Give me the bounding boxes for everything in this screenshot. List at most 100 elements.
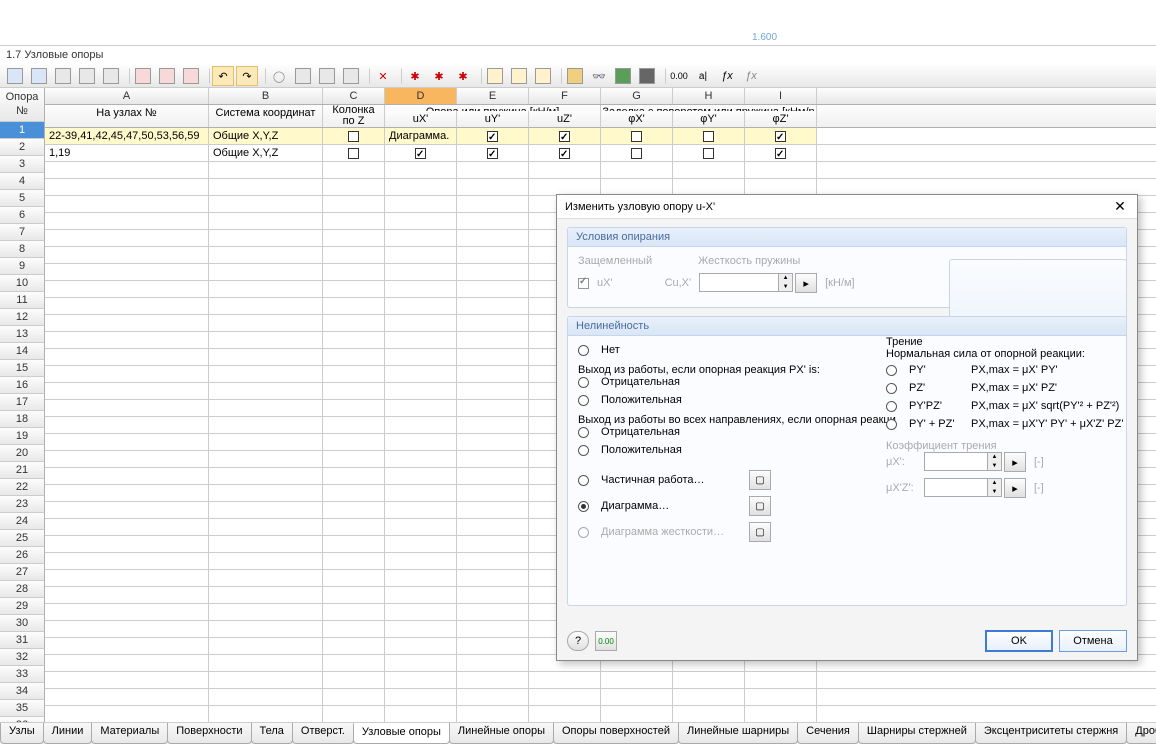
row-header[interactable]: 1 (0, 122, 45, 139)
tb-filter1-icon[interactable]: ✱ (404, 66, 426, 86)
row-header[interactable]: 6 (0, 207, 45, 224)
checkbox[interactable] (415, 148, 426, 159)
tb-sort-down-icon[interactable] (52, 66, 74, 86)
tb-table3-icon[interactable] (180, 66, 202, 86)
radio-partial[interactable] (578, 475, 589, 486)
spinner-mux[interactable]: ▲▼ (988, 452, 1002, 471)
tb-globe-icon[interactable]: ◯ (268, 66, 290, 86)
tb-excel-icon[interactable] (612, 66, 634, 86)
checkbox[interactable] (348, 148, 359, 159)
radio-neg1[interactable] (578, 377, 589, 388)
table-row[interactable] (45, 162, 1156, 179)
col-B[interactable]: B (209, 88, 323, 104)
radio-none[interactable] (578, 345, 589, 356)
col-G[interactable]: G (601, 88, 673, 104)
checkbox[interactable] (703, 148, 714, 159)
row-header[interactable]: 5 (0, 190, 45, 207)
btn-mux-more[interactable]: ▸ (1004, 452, 1026, 472)
tb-list3-icon[interactable] (532, 66, 554, 86)
row-header[interactable]: 8 (0, 241, 45, 258)
tb-units-icon[interactable]: 0.00 (668, 66, 690, 86)
row-header[interactable]: 11 (0, 292, 45, 309)
row-header[interactable]: 23 (0, 496, 45, 513)
row-header[interactable]: 12 (0, 309, 45, 326)
tb-view1-icon[interactable] (292, 66, 314, 86)
row-header[interactable]: 14 (0, 343, 45, 360)
tb-view2-icon[interactable] (316, 66, 338, 86)
btn-cu-more[interactable]: ▸ (795, 273, 817, 293)
row-header[interactable]: 3 (0, 156, 45, 173)
radio-pz[interactable] (886, 383, 897, 394)
checkbox[interactable] (775, 148, 786, 159)
row-header[interactable]: 15 (0, 360, 45, 377)
row-header[interactable]: 17 (0, 394, 45, 411)
tb-glasses-icon[interactable]: 👓 (588, 66, 610, 86)
radio-pos2[interactable] (578, 445, 589, 456)
input-cu[interactable] (699, 273, 779, 292)
checkbox[interactable] (559, 148, 570, 159)
tb-table2-icon[interactable] (156, 66, 178, 86)
tb-grid-icon[interactable] (4, 66, 26, 86)
checkbox[interactable] (487, 131, 498, 142)
row-header[interactable]: 32 (0, 649, 45, 666)
sheet-tab[interactable]: Поверхности (167, 723, 251, 744)
btn-diagram-edit[interactable]: ▢ (749, 496, 771, 516)
radio-pypluspz[interactable] (886, 419, 897, 430)
tb-fx2-icon[interactable]: ƒx (740, 66, 762, 86)
col-F[interactable]: F (529, 88, 601, 104)
checkbox[interactable] (775, 131, 786, 142)
input-mux[interactable] (924, 452, 988, 471)
row-header[interactable]: 4 (0, 173, 45, 190)
tb-filter3-icon[interactable]: ✱ (452, 66, 474, 86)
sheet-tab[interactable]: Узлы (0, 723, 44, 744)
tb-align-icon[interactable]: a| (692, 66, 714, 86)
help-icon[interactable]: ? (567, 631, 589, 651)
table-row[interactable]: 1,19Общие X,Y,Z (45, 145, 1156, 162)
row-header[interactable]: 25 (0, 530, 45, 547)
table-row[interactable] (45, 689, 1156, 706)
table-row[interactable] (45, 706, 1156, 723)
radio-diagram[interactable] (578, 501, 589, 512)
cancel-button[interactable]: Отмена (1059, 630, 1127, 652)
tb-filter2-icon[interactable]: ✱ (428, 66, 450, 86)
spinner-muxz[interactable]: ▲▼ (988, 478, 1002, 497)
row-header[interactable]: 29 (0, 598, 45, 615)
close-icon[interactable]: ✕ (1111, 198, 1129, 216)
row-header[interactable]: 33 (0, 666, 45, 683)
ok-button[interactable]: OK (985, 630, 1053, 652)
tb-calc-icon[interactable] (636, 66, 658, 86)
tb-folder-icon[interactable] (564, 66, 586, 86)
sheet-tab[interactable]: Линии (43, 723, 93, 744)
tb-redo-icon[interactable]: ↷ (236, 66, 258, 86)
tb-grid2-icon[interactable] (28, 66, 50, 86)
row-header[interactable]: 28 (0, 581, 45, 598)
table-row[interactable]: 22-39,41,42,45,47,50,53,56,59Общие X,Y,Z… (45, 128, 1156, 145)
tb-delete-icon[interactable]: ✕ (372, 66, 394, 86)
row-header[interactable]: 35 (0, 700, 45, 717)
checkbox[interactable] (487, 148, 498, 159)
spinner-cu[interactable]: ▲▼ (779, 273, 793, 292)
radio-pypz[interactable] (886, 401, 897, 412)
sheet-tab[interactable]: Материалы (91, 723, 168, 744)
units-icon[interactable]: 0.00 (595, 631, 617, 651)
row-header[interactable]: 7 (0, 224, 45, 241)
tb-sort-up-icon[interactable] (76, 66, 98, 86)
sheet-tab[interactable]: Узловые опоры (353, 723, 450, 744)
col-D[interactable]: D (385, 88, 457, 104)
col-I[interactable]: I (745, 88, 817, 104)
checkbox[interactable] (559, 131, 570, 142)
sheet-tab[interactable]: Дробления стержней (1126, 723, 1156, 744)
sheet-tab[interactable]: Сечения (797, 723, 859, 744)
row-header[interactable]: 30 (0, 615, 45, 632)
row-header[interactable]: 26 (0, 547, 45, 564)
row-header[interactable]: 27 (0, 564, 45, 581)
row-header[interactable]: 20 (0, 445, 45, 462)
col-H[interactable]: H (673, 88, 745, 104)
radio-py[interactable] (886, 365, 897, 376)
row-header[interactable]: 19 (0, 428, 45, 445)
row-header[interactable]: 9 (0, 258, 45, 275)
row-header[interactable]: 16 (0, 377, 45, 394)
row-header[interactable]: 10 (0, 275, 45, 292)
row-header[interactable]: 13 (0, 326, 45, 343)
checkbox[interactable] (348, 131, 359, 142)
